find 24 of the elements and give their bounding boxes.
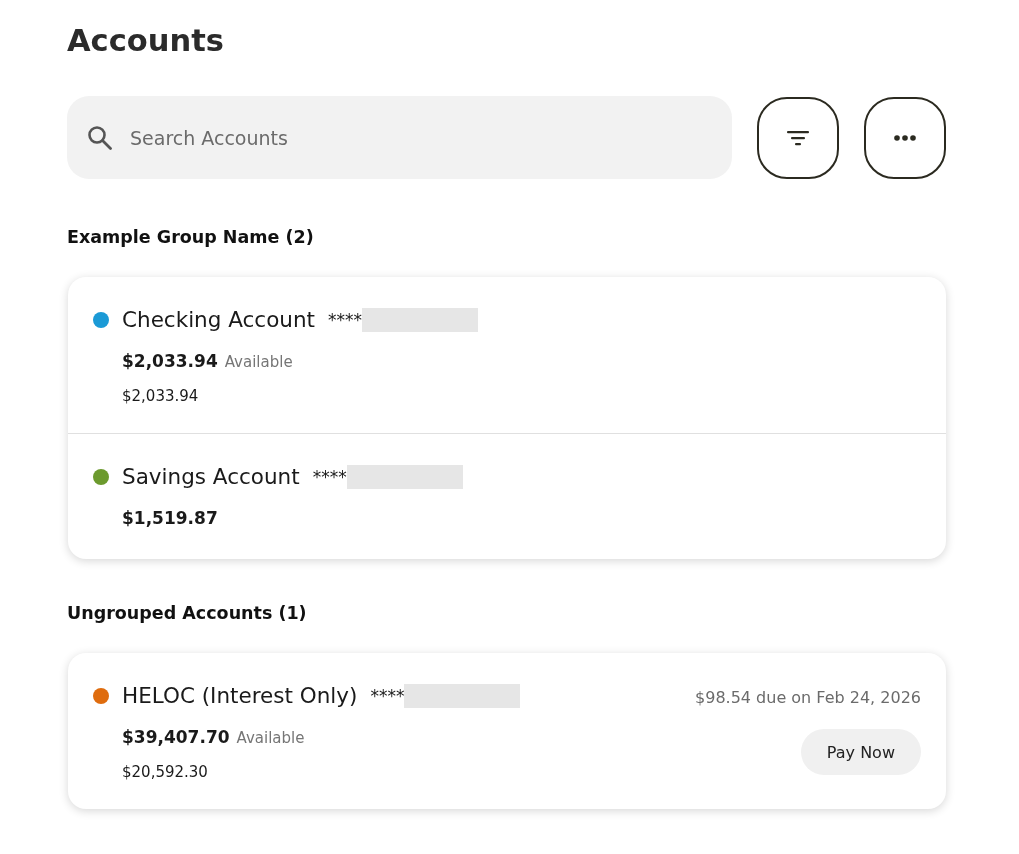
account-name[interactable]: Checking Account <box>122 307 316 333</box>
current-balance: $20,592.30 <box>122 764 208 780</box>
balance-amount: $1,519.87 <box>122 507 218 530</box>
search-field[interactable]: Search Accounts <box>67 96 732 179</box>
more-button[interactable] <box>864 96 946 179</box>
masked-account-number: **** <box>370 685 405 708</box>
masked-account-number: **** <box>328 309 363 332</box>
filter-icon <box>787 129 809 146</box>
available-label: Available <box>236 728 305 749</box>
search-icon <box>87 125 112 150</box>
group-heading: Example Group Name (2) <box>67 226 314 248</box>
balance-amount: $2,033.94 <box>122 350 218 373</box>
filter-button[interactable] <box>757 96 839 179</box>
balance-amount: $39,407.70 <box>122 726 230 749</box>
page-title: Accounts <box>67 22 224 60</box>
payment-due-text: $98.54 due on Feb 24, 2026 <box>695 687 921 709</box>
account-name[interactable]: Savings Account <box>122 464 300 490</box>
account-name[interactable]: HELOC (Interest Only) <box>122 683 358 709</box>
masked-account-number: **** <box>312 466 347 489</box>
available-label: Available <box>224 352 293 373</box>
pay-now-button[interactable]: Pay Now <box>800 729 921 775</box>
more-icon <box>894 134 916 141</box>
group-heading: Ungrouped Accounts (1) <box>67 602 307 624</box>
current-balance: $2,033.94 <box>122 388 199 404</box>
